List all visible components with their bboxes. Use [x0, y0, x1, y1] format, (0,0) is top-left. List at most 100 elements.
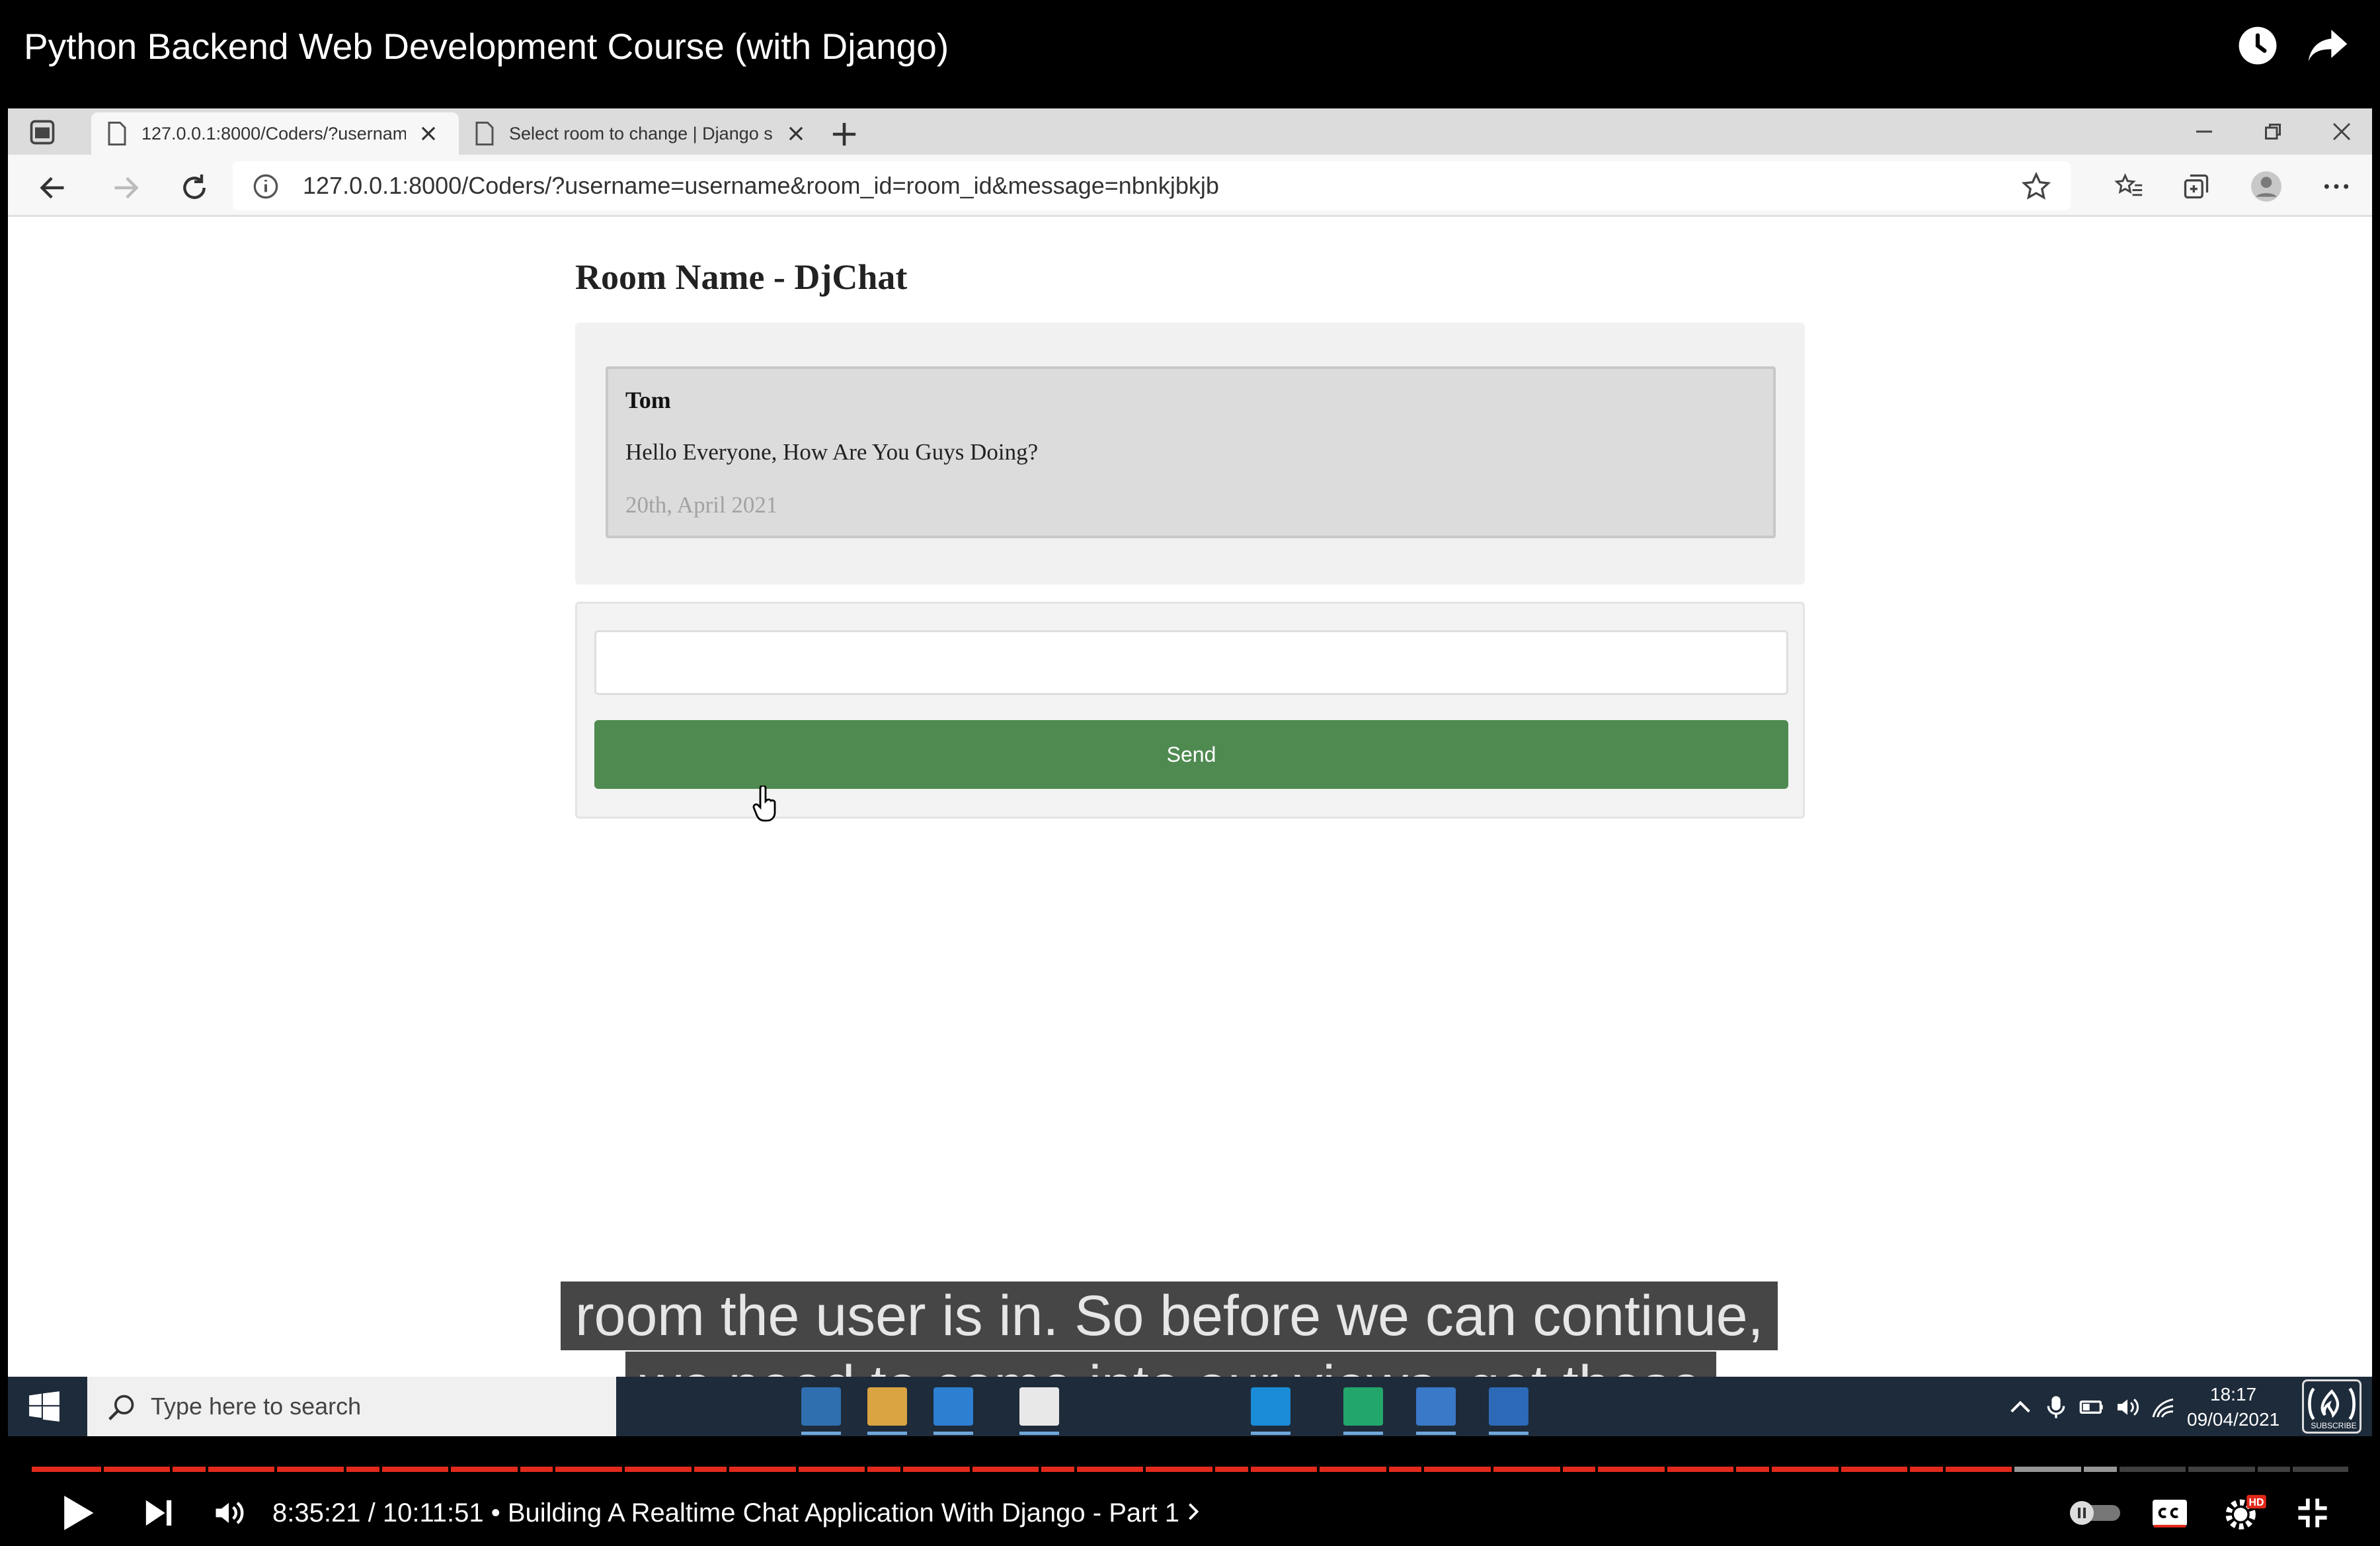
chapter-gap: [2081, 1465, 2084, 1473]
chapter-gap: [1733, 1465, 1736, 1473]
profile-avatar-icon[interactable]: [2248, 168, 2285, 205]
exit-fullscreen-button[interactable]: [2289, 1489, 2336, 1537]
chapter-gap: [1248, 1465, 1251, 1473]
send-button[interactable]: Send: [594, 720, 1788, 789]
autoplay-icon: [2070, 1501, 2120, 1525]
play-button[interactable]: [54, 1489, 102, 1537]
url-text[interactable]: 127.0.0.1:8000/Coders/?username=username…: [303, 172, 1219, 200]
forward-arrow-icon[interactable]: [107, 169, 144, 206]
chapter-gap: [1421, 1465, 1424, 1473]
chapter-gap: [2117, 1465, 2120, 1473]
total-time: 10:11:51: [382, 1498, 484, 1527]
favorites-icon[interactable]: [2110, 168, 2147, 205]
chapter-gap: [448, 1465, 451, 1473]
chapter-gap: [2255, 1465, 2258, 1473]
chapter-gap: [2186, 1465, 2188, 1473]
network-icon[interactable]: [2150, 1394, 2176, 1420]
autoplay-toggle[interactable]: [2067, 1489, 2123, 1537]
taskbar-app-icon[interactable]: [1416, 1387, 1456, 1435]
current-time: 8:35:21: [272, 1498, 361, 1527]
settings-button[interactable]: HD: [2219, 1489, 2272, 1537]
chapter-gap: [900, 1465, 903, 1473]
clock-date: 09/04/2021: [2187, 1409, 2280, 1430]
chapter-gap: [1907, 1465, 1910, 1473]
browser-toolbar: 127.0.0.1:8000/Coders/?username=username…: [8, 155, 2372, 217]
watch-later-icon[interactable]: [2235, 22, 2281, 69]
chapter-gap: [796, 1465, 799, 1473]
add-favorite-icon[interactable]: [2022, 172, 2051, 201]
closed-captions-icon: [2153, 1500, 2187, 1527]
chapter-gap: [2290, 1465, 2293, 1473]
taskbar-app-icon[interactable]: [1489, 1387, 1528, 1435]
taskbar-app-icon[interactable]: [1019, 1387, 1059, 1435]
chapter-gap: [2012, 1465, 2014, 1473]
windows-start-icon[interactable]: [28, 1390, 61, 1423]
close-tab-icon[interactable]: [781, 119, 811, 148]
freecodecamp-logo[interactable]: SUBSCRIBE: [2302, 1379, 2361, 1434]
progress-bar[interactable]: [32, 1465, 2348, 1473]
chevron-up-icon[interactable]: [2007, 1394, 2034, 1420]
taskbar-app-icon[interactable]: [933, 1387, 973, 1435]
chapter-gap: [206, 1465, 208, 1473]
back-arrow-icon[interactable]: [34, 169, 71, 206]
message-input[interactable]: [594, 630, 1788, 695]
search-icon: [108, 1395, 134, 1420]
minimize-icon[interactable]: [2184, 115, 2224, 148]
message-date: 20th, April 2021: [625, 492, 778, 518]
new-tab-icon[interactable]: [828, 118, 861, 151]
exit-fullscreen-icon: [2298, 1498, 2327, 1527]
restore-icon[interactable]: [2253, 115, 2293, 148]
gear-icon: HD: [2225, 1494, 2266, 1529]
chapter-gap: [553, 1465, 555, 1473]
share-icon[interactable]: [2305, 22, 2351, 69]
chapter-gap: [1560, 1465, 1563, 1473]
tab-coders[interactable]: 127.0.0.1:8000/Coders/?username=username…: [91, 112, 459, 155]
chapter-gap: [1491, 1465, 1493, 1473]
info-icon[interactable]: [253, 173, 279, 200]
refresh-icon[interactable]: [176, 169, 213, 206]
taskbar-app-icon[interactable]: [1343, 1387, 1383, 1435]
chapter-bullet: •: [491, 1498, 500, 1527]
chapter-gap: [518, 1465, 520, 1473]
time-separator: /: [368, 1498, 376, 1527]
chapter-gap: [1143, 1465, 1146, 1473]
browser-tab-strip: 127.0.0.1:8000/Coders/?username=username…: [8, 108, 2372, 155]
close-tab-icon[interactable]: [414, 119, 443, 148]
tab-django-admin[interactable]: Select room to change | Django site admi…: [459, 112, 826, 155]
battery-icon[interactable]: [2079, 1394, 2105, 1420]
close-window-icon[interactable]: [2322, 115, 2361, 148]
browser-app-icon[interactable]: [1251, 1387, 1290, 1435]
chapter-gap: [622, 1465, 625, 1473]
collections-icon[interactable]: [2178, 168, 2215, 205]
volume-button[interactable]: [205, 1489, 253, 1537]
message-card: Tom Hello Everyone, How Are You Guys Doi…: [606, 366, 1776, 538]
taskbar-clock[interactable]: 18:17 09/04/2021: [2187, 1382, 2280, 1432]
search-placeholder: Type here to search: [151, 1393, 362, 1420]
address-bar[interactable]: 127.0.0.1:8000/Coders/?username=username…: [233, 161, 2071, 210]
next-button[interactable]: [135, 1489, 182, 1537]
play-icon: [64, 1496, 94, 1530]
chapter-gap: [970, 1465, 972, 1473]
chapter-gap: [1074, 1465, 1077, 1473]
page-icon: [108, 122, 126, 145]
volume-icon[interactable]: [2114, 1394, 2141, 1420]
more-options-icon[interactable]: [2318, 168, 2355, 205]
message-username: Tom: [625, 387, 671, 413]
chapter-gap: [1212, 1465, 1215, 1473]
folder-icon[interactable]: [867, 1387, 907, 1435]
tab-actions-icon[interactable]: [28, 118, 57, 147]
microphone-icon[interactable]: [2043, 1394, 2069, 1420]
taskbar-search[interactable]: Type here to search: [87, 1377, 616, 1436]
chat-box: Tom Hello Everyone, How Are You Guys Doi…: [575, 323, 1805, 585]
screen-recording: 127.0.0.1:8000/Coders/?username=username…: [8, 108, 2372, 1436]
chapter-title[interactable]: Building A Realtime Chat Application Wit…: [508, 1498, 1179, 1527]
svg-text:HD: HD: [2249, 1497, 2264, 1508]
chapter-gap: [1317, 1465, 1320, 1473]
taskbar-app-icon[interactable]: [801, 1387, 841, 1435]
chapter-gap: [1386, 1465, 1389, 1473]
chevron-right-icon[interactable]: [1187, 1502, 1200, 1522]
video-title[interactable]: Python Backend Web Development Course (w…: [24, 22, 949, 70]
progress-fill: [32, 1467, 2014, 1472]
captions-button[interactable]: [2146, 1489, 2194, 1537]
chapter-gap: [1595, 1465, 1598, 1473]
